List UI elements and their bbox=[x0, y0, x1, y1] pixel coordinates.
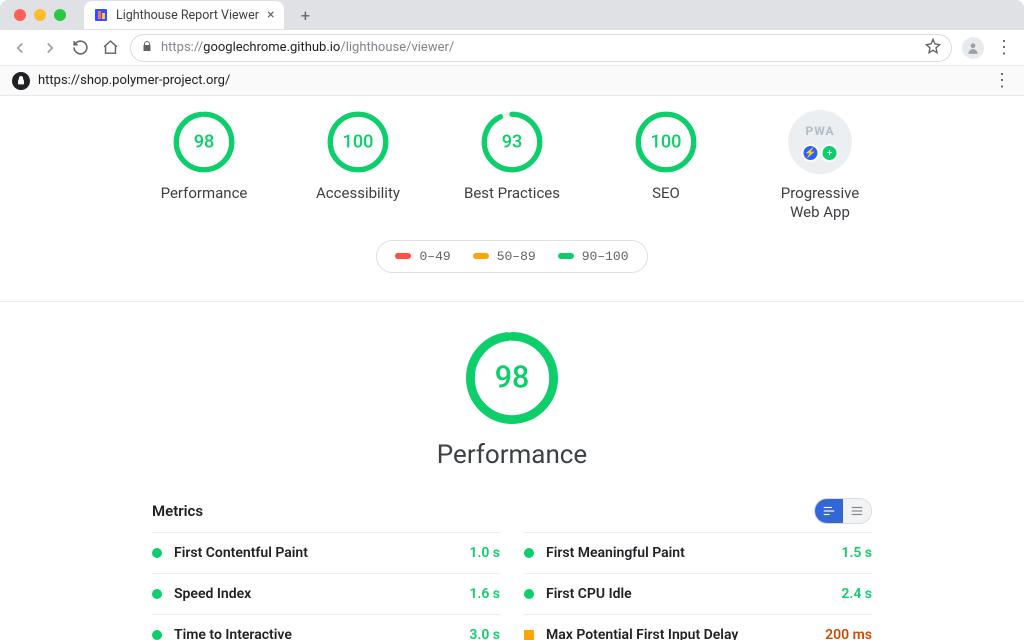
status-pass-icon bbox=[152, 630, 162, 640]
svg-text:98: 98 bbox=[495, 360, 530, 395]
gauge-best-practices-label: Best Practices bbox=[457, 184, 567, 203]
category-gauges-row: 98 Performance 100 Accessibility 93 Best… bbox=[0, 110, 1024, 222]
metric-name: First Contentful Paint bbox=[174, 545, 308, 561]
metric-value: 3.0 s bbox=[469, 627, 500, 640]
lighthouse-report: 98 Performance 100 Accessibility 93 Best… bbox=[0, 96, 1024, 640]
window-controls bbox=[0, 9, 80, 21]
performance-big-gauge-ring: 98 bbox=[464, 330, 560, 426]
gauge-accessibility[interactable]: 100 Accessibility bbox=[303, 110, 413, 222]
status-pass-icon bbox=[152, 548, 162, 558]
metric-value: 1.5 s bbox=[841, 545, 872, 561]
svg-text:93: 93 bbox=[502, 131, 523, 152]
home-button[interactable] bbox=[100, 38, 120, 58]
metric-value: 1.6 s bbox=[469, 586, 500, 602]
gauge-seo-ring: 100 bbox=[634, 110, 698, 174]
gauge-performance-label: Performance bbox=[149, 184, 259, 203]
reload-button[interactable] bbox=[70, 38, 90, 58]
window-minimize-button[interactable] bbox=[34, 9, 46, 21]
metrics-view-expanded-button[interactable] bbox=[815, 499, 843, 523]
gauge-performance-ring: 98 bbox=[172, 110, 236, 174]
section-divider bbox=[0, 301, 1024, 302]
performance-big-gauge: 98 Performance bbox=[152, 330, 872, 470]
legend-average: 50–89 bbox=[473, 249, 536, 264]
window-close-button[interactable] bbox=[14, 9, 26, 21]
status-pass-icon bbox=[524, 589, 534, 599]
tab-title: Lighthouse Report Viewer bbox=[116, 8, 259, 23]
metric-row: First Contentful Paint 1.0 s bbox=[152, 532, 500, 573]
forward-button[interactable] bbox=[40, 38, 60, 58]
lock-icon bbox=[141, 40, 153, 56]
site-favicon-icon bbox=[12, 72, 30, 90]
gauge-seo[interactable]: 100 SEO bbox=[611, 110, 721, 222]
gauge-pwa-label: Progressive Web App bbox=[765, 184, 875, 222]
performance-section: 98 Performance Metrics First Contentful … bbox=[152, 330, 872, 640]
score-legend: 0–49 50–89 90–100 bbox=[376, 240, 647, 273]
metric-row: First CPU Idle 2.4 s bbox=[524, 573, 872, 614]
metrics-view-compact-button[interactable] bbox=[843, 499, 871, 523]
metrics-title: Metrics bbox=[152, 502, 203, 520]
metric-row: Time to Interactive 3.0 s bbox=[152, 614, 500, 640]
metric-value: 200 ms bbox=[825, 627, 872, 640]
url-bar[interactable]: https://googlechrome.github.io/lighthous… bbox=[130, 34, 952, 62]
gauge-accessibility-label: Accessibility bbox=[303, 184, 413, 203]
gauge-accessibility-ring: 100 bbox=[326, 110, 390, 174]
tab-close-button[interactable]: × bbox=[267, 7, 274, 23]
performance-section-title: Performance bbox=[437, 440, 587, 470]
audited-url: https://shop.polymer-project.org/ bbox=[38, 73, 230, 88]
gauge-best-practices-ring: 93 bbox=[480, 110, 544, 174]
profile-avatar-button[interactable] bbox=[962, 37, 984, 59]
bookmark-star-icon[interactable] bbox=[925, 38, 941, 58]
new-tab-button[interactable]: + bbox=[294, 4, 316, 26]
titlebar: Lighthouse Report Viewer × + bbox=[0, 0, 1024, 30]
metric-value: 2.4 s bbox=[841, 586, 872, 602]
metric-row: First Meaningful Paint 1.5 s bbox=[524, 532, 872, 573]
gauge-seo-label: SEO bbox=[611, 184, 721, 203]
metric-name: First Meaningful Paint bbox=[546, 545, 685, 561]
metric-name: Time to Interactive bbox=[174, 627, 292, 640]
status-pass-icon bbox=[152, 589, 162, 599]
url-text: https://googlechrome.github.io/lighthous… bbox=[161, 40, 454, 55]
metric-row: Max Potential First Input Delay 200 ms bbox=[524, 614, 872, 640]
pwa-badge-icon: PWA ⚡ + bbox=[788, 110, 852, 174]
svg-text:100: 100 bbox=[651, 131, 682, 152]
svg-text:98: 98 bbox=[194, 131, 215, 152]
metrics-header: Metrics bbox=[152, 498, 872, 524]
status-pass-icon bbox=[524, 548, 534, 558]
browser-tab[interactable]: Lighthouse Report Viewer × bbox=[84, 1, 284, 29]
gauge-best-practices[interactable]: 93 Best Practices bbox=[457, 110, 567, 222]
back-button[interactable] bbox=[10, 38, 30, 58]
gauge-pwa[interactable]: PWA ⚡ + Progressive Web App bbox=[765, 110, 875, 222]
metric-name: Speed Index bbox=[174, 586, 251, 602]
metrics-view-toggle bbox=[814, 498, 872, 524]
svg-text:100: 100 bbox=[343, 131, 374, 152]
report-site-bar: https://shop.polymer-project.org/ ⋮ bbox=[0, 66, 1024, 96]
legend-fail: 0–49 bbox=[395, 249, 450, 264]
browser-toolbar: https://googlechrome.github.io/lighthous… bbox=[0, 30, 1024, 66]
metric-name: First CPU Idle bbox=[546, 586, 632, 602]
browser-menu-button[interactable]: ⋮ bbox=[994, 37, 1014, 58]
metric-row: Speed Index 1.6 s bbox=[152, 573, 500, 614]
legend-pass: 90–100 bbox=[558, 249, 629, 264]
tab-favicon-icon bbox=[94, 8, 108, 22]
metric-name: Max Potential First Input Delay bbox=[546, 627, 738, 640]
metric-value: 1.0 s bbox=[469, 545, 500, 561]
window-maximize-button[interactable] bbox=[54, 9, 66, 21]
status-average-icon bbox=[524, 630, 534, 640]
gauge-performance[interactable]: 98 Performance bbox=[149, 110, 259, 222]
report-menu-button[interactable]: ⋮ bbox=[992, 70, 1012, 91]
metrics-grid: First Contentful Paint 1.0 s First Meaning… bbox=[152, 532, 872, 640]
browser-chrome: Lighthouse Report Viewer × + https://goo… bbox=[0, 0, 1024, 96]
